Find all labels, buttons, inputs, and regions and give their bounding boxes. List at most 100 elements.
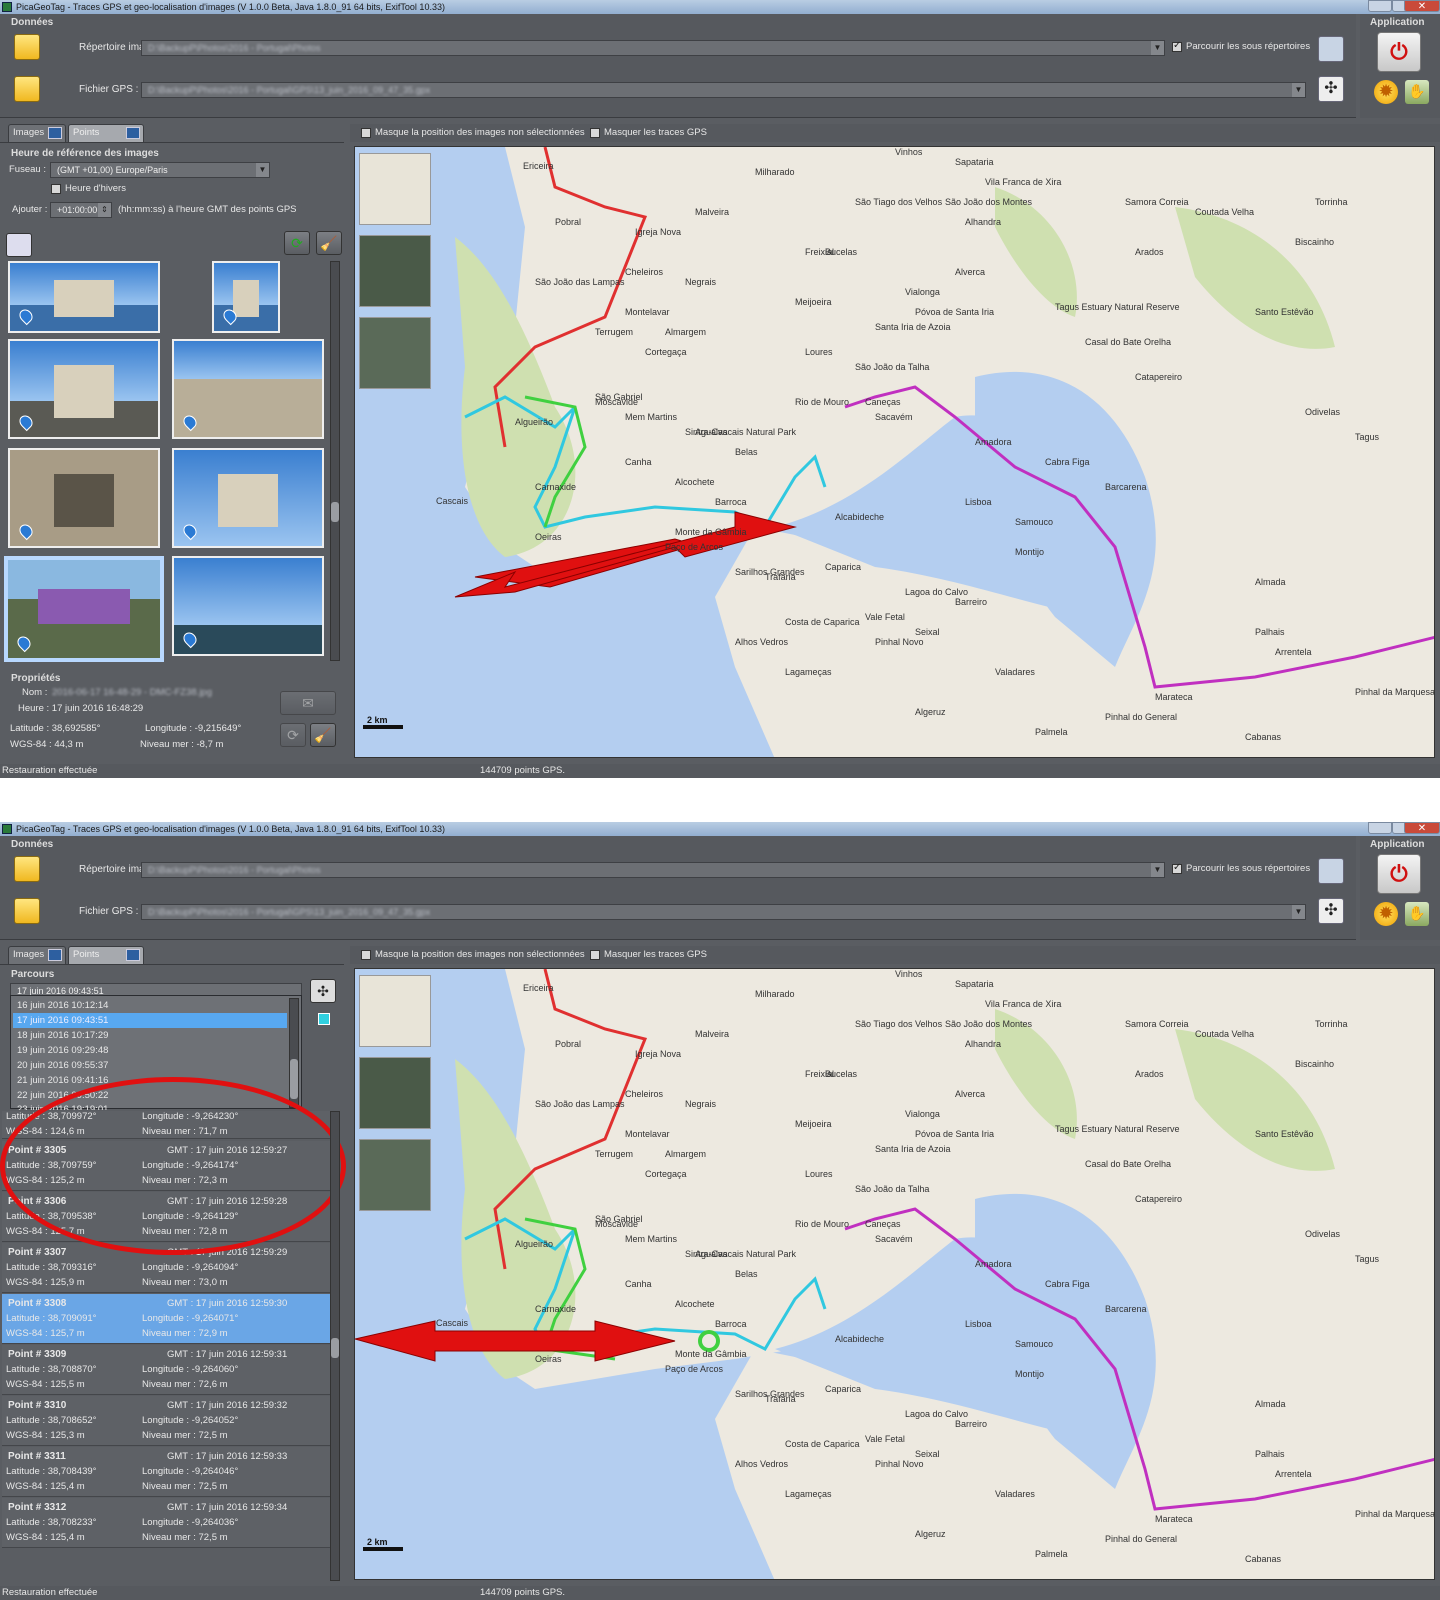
paw-icon[interactable]: ✣ bbox=[1318, 898, 1344, 924]
parcours-option[interactable]: 19 juin 2016 09:29:48 bbox=[13, 1043, 287, 1058]
image-thumbnail[interactable] bbox=[8, 448, 160, 548]
browse-images-icon[interactable] bbox=[1318, 858, 1344, 884]
power-icon[interactable]: ⏻ bbox=[1377, 854, 1421, 894]
paw-icon[interactable]: ✣ bbox=[310, 979, 336, 1003]
mask-traces-checkbox[interactable] bbox=[590, 128, 600, 138]
map-type-road[interactable] bbox=[359, 153, 431, 225]
map-canvas[interactable] bbox=[355, 147, 1435, 758]
timezone-combo[interactable]: (GMT +01,00) Europe/Paris ▼ bbox=[50, 162, 270, 178]
image-icon[interactable]: ✉ bbox=[280, 691, 336, 715]
map-canvas[interactable] bbox=[355, 969, 1435, 1580]
map-place-label: Sacavém bbox=[875, 1234, 913, 1244]
close-button[interactable]: ✕ bbox=[1404, 822, 1440, 834]
map-type-road[interactable] bbox=[359, 975, 431, 1047]
map-place-label: Almargem bbox=[665, 327, 707, 337]
gear-icon[interactable]: ✹ bbox=[1374, 80, 1398, 104]
map-type-satellite[interactable] bbox=[359, 1057, 431, 1129]
map-place-label: Vila Franca de Xira bbox=[985, 177, 1062, 187]
paw-icon[interactable]: ✣ bbox=[1318, 76, 1344, 102]
gps-point-row[interactable]: Point # 3309 GMT : 17 juin 2016 12:59:31 L… bbox=[2, 1345, 332, 1395]
image-export-icon[interactable] bbox=[6, 233, 32, 257]
mask-images-label: Masque la position des images non sélect… bbox=[375, 949, 585, 960]
tab-points-gps[interactable]: Points GPS bbox=[68, 124, 144, 154]
map-view[interactable]: 2 km Vinhos Sapataria Vila Franca de Xira E… bbox=[354, 146, 1435, 758]
app-group-label: Application bbox=[1370, 839, 1425, 850]
chevron-down-icon[interactable]: ▼ bbox=[256, 163, 269, 177]
gps-folder-icon[interactable] bbox=[14, 76, 40, 102]
image-folder-icon[interactable] bbox=[14, 856, 40, 882]
thumbnails-scrollbar[interactable] bbox=[330, 261, 340, 661]
gear-icon[interactable]: ✹ bbox=[1374, 902, 1398, 926]
map-place-label: Santa Iria de Azoia bbox=[875, 322, 951, 332]
gps-folder-icon[interactable] bbox=[14, 898, 40, 924]
tab-images[interactable]: Images bbox=[8, 946, 66, 964]
parcours-option[interactable]: 16 juin 2016 10:12:14 bbox=[13, 998, 287, 1013]
mask-images-checkbox[interactable] bbox=[361, 950, 371, 960]
broom-icon[interactable]: 🧹 bbox=[316, 231, 342, 255]
winter-time-checkbox[interactable] bbox=[51, 184, 61, 194]
rep-combo[interactable]: D:\BackupP\Photos\2016 - Portugal\Photos… bbox=[141, 862, 1165, 878]
close-button[interactable]: ✕ bbox=[1404, 0, 1440, 12]
map-place-label: Samouco bbox=[1015, 517, 1054, 527]
images-panel: Heure de référence des images Fuseau : (… bbox=[0, 142, 344, 762]
spinner-icon[interactable]: ⇕ bbox=[98, 203, 111, 217]
offset-stepper[interactable]: +01:00:00 ⇕ bbox=[50, 202, 112, 218]
map-type-hybrid[interactable] bbox=[359, 1139, 431, 1211]
chevron-down-icon[interactable]: ▼ bbox=[1151, 41, 1164, 55]
map-type-hybrid[interactable] bbox=[359, 317, 431, 389]
hand-icon[interactable]: ✋ bbox=[1405, 902, 1429, 926]
image-thumbnail[interactable] bbox=[172, 448, 324, 548]
gps-value: D:\BackupP\Photos\2016 - Portugal\GPS\13… bbox=[148, 907, 431, 917]
gps-point-row[interactable]: Point # 3312 GMT : 17 juin 2016 12:59:34 L… bbox=[2, 1498, 332, 1548]
gps-point-row[interactable]: Point # 3311 GMT : 17 juin 2016 12:59:33 L… bbox=[2, 1447, 332, 1497]
gps-combo[interactable]: D:\BackupP\Photos\2016 - Portugal\GPS\13… bbox=[141, 904, 1306, 920]
hour-value: Heure : 17 juin 2016 16:48:29 bbox=[18, 703, 144, 714]
rep-combo[interactable]: D:\BackupP\Photos\2016 - Portugal\Photos… bbox=[141, 40, 1165, 56]
subdirs-checkbox[interactable] bbox=[1172, 40, 1182, 52]
minimize-button[interactable] bbox=[1368, 0, 1392, 12]
map-place-label: Palhais bbox=[1255, 1449, 1285, 1459]
dropdown-scrollbar[interactable] bbox=[289, 998, 299, 1108]
parcours-option[interactable]: 20 juin 2016 09:55:37 bbox=[13, 1058, 287, 1073]
minimize-button[interactable] bbox=[1368, 822, 1392, 834]
map-place-label: Arrentela bbox=[1275, 647, 1312, 657]
hand-icon[interactable]: ✋ bbox=[1405, 80, 1429, 104]
gps-list-scrollbar[interactable] bbox=[330, 1111, 340, 1581]
point-name: Point # 3310 bbox=[8, 1400, 67, 1411]
map-place-label: Oeiras bbox=[535, 532, 562, 542]
map-place-label: Lagameças bbox=[785, 1489, 832, 1499]
map-place-label: Mem Martins bbox=[625, 412, 678, 422]
tab-points-gps[interactable]: Points GPS bbox=[68, 946, 144, 976]
browse-images-icon[interactable] bbox=[1318, 36, 1344, 62]
broom-icon[interactable]: 🧹 bbox=[310, 723, 336, 747]
map-place-label: Cabra Figa bbox=[1045, 1279, 1090, 1289]
refresh-icon[interactable]: ⟳ bbox=[280, 723, 306, 747]
parcours-option[interactable]: 18 juin 2016 10:17:29 bbox=[13, 1028, 287, 1043]
offset-hint: (hh:mm:ss) à l'heure GMT des points GPS bbox=[118, 204, 297, 215]
subdirs-checkbox[interactable] bbox=[1172, 862, 1182, 874]
image-thumbnail[interactable] bbox=[172, 339, 324, 439]
chevron-down-icon[interactable]: ▼ bbox=[1292, 83, 1305, 97]
tab-images[interactable]: Images bbox=[8, 124, 66, 142]
track-color-swatch[interactable] bbox=[318, 1013, 330, 1025]
image-thumbnail-selected[interactable] bbox=[4, 556, 164, 662]
chevron-down-icon[interactable]: ▼ bbox=[1292, 905, 1305, 919]
power-icon[interactable]: ⏻ bbox=[1377, 32, 1421, 72]
image-thumbnail[interactable] bbox=[8, 339, 160, 439]
map-view[interactable]: 2 km Vinhos Sapataria Vila Franca de Xira E… bbox=[354, 968, 1435, 1580]
map-type-satellite[interactable] bbox=[359, 235, 431, 307]
mask-images-checkbox[interactable] bbox=[361, 128, 371, 138]
image-thumbnail[interactable] bbox=[8, 261, 160, 333]
refresh-icon[interactable]: ⟳ bbox=[284, 231, 310, 255]
point-wgs: WGS-84 : 125,4 m bbox=[6, 1481, 85, 1492]
point-altitude: Niveau mer : 72,9 m bbox=[142, 1328, 228, 1339]
gps-point-row[interactable]: Point # 3310 GMT : 17 juin 2016 12:59:32 L… bbox=[2, 1396, 332, 1446]
mask-traces-checkbox[interactable] bbox=[590, 950, 600, 960]
parcours-option[interactable]: 17 juin 2016 09:43:51 bbox=[13, 1013, 287, 1028]
image-thumbnail[interactable] bbox=[212, 261, 280, 333]
image-folder-icon[interactable] bbox=[14, 34, 40, 60]
image-thumbnail[interactable] bbox=[172, 556, 324, 656]
gps-point-row-selected[interactable]: Point # 3308 GMT : 17 juin 2016 12:59:30 L… bbox=[2, 1294, 332, 1344]
chevron-down-icon[interactable]: ▼ bbox=[1151, 863, 1164, 877]
gps-combo[interactable]: D:\BackupP\Photos\2016 - Portugal\GPS\13… bbox=[141, 82, 1306, 98]
